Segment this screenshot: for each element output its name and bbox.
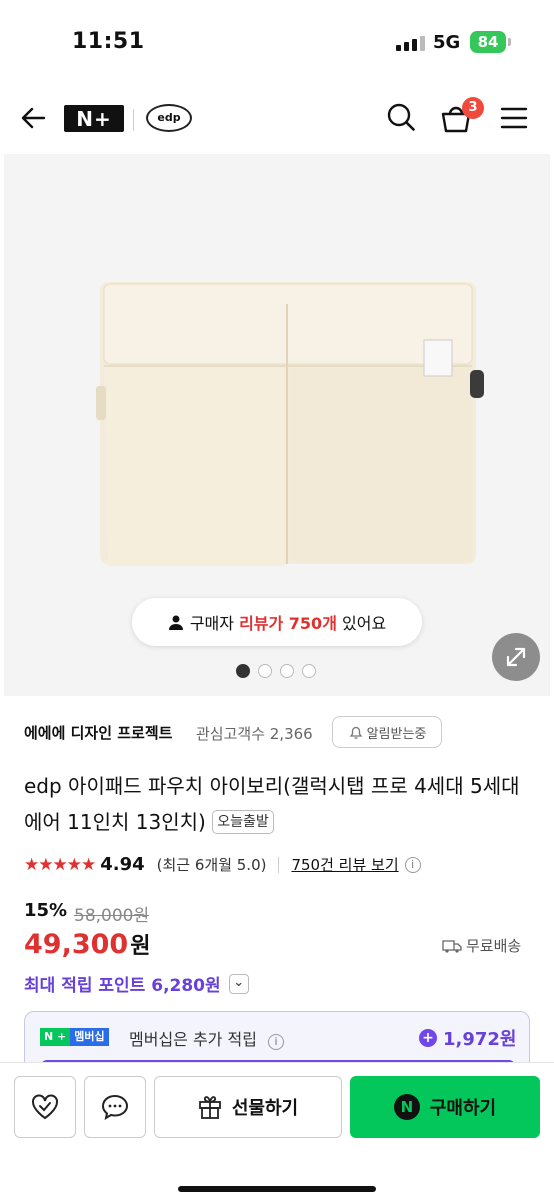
today-ship-tag: 오늘출발 — [212, 810, 274, 834]
store-name[interactable]: 에에에 디자인 프로젝트 — [24, 722, 172, 743]
shipping-label: 무료배송 — [466, 937, 522, 955]
follower-count: 관심고객수 2,366 — [196, 725, 313, 743]
membership-badge-b: 멤버십 — [70, 1028, 109, 1046]
sale-price: 49,300원 — [24, 928, 150, 960]
battery-icon: 84 — [470, 31, 506, 53]
rating-score: 4.94 — [100, 854, 145, 875]
menu-icon[interactable] — [500, 106, 528, 134]
membership-info-icon[interactable]: i — [268, 1034, 285, 1050]
search-icon[interactable] — [386, 102, 416, 136]
price-unit: 원 — [130, 934, 151, 959]
chevron-down-icon[interactable]: ⌄ — [228, 973, 249, 994]
carousel-dot[interactable] — [236, 664, 250, 678]
gift-icon — [198, 1096, 221, 1119]
sale-price-value: 49,300 — [24, 929, 129, 960]
carousel-dot[interactable] — [258, 664, 272, 678]
alarm-button[interactable]: 알림받는중 — [332, 716, 442, 748]
membership-value: +1,972원 — [419, 1025, 517, 1051]
cart-count-badge: 3 — [462, 97, 484, 119]
gift-button[interactable]: 선물하기 — [154, 1076, 342, 1138]
truck-icon — [442, 939, 462, 953]
info-icon[interactable]: i — [404, 856, 421, 873]
header-divider — [133, 109, 134, 131]
review-pill-prefix: 구매자 — [189, 614, 240, 633]
expand-icon — [506, 647, 526, 667]
battery-level: 84 — [477, 33, 499, 51]
review-count-pill[interactable]: 구매자 리뷰가 750개 있어요 — [132, 598, 422, 646]
home-indicator — [178, 1186, 376, 1192]
membership-text: 멤버십은 추가 적립 i — [129, 1026, 285, 1050]
membership-badge: N + 멤버십 — [40, 1028, 109, 1046]
recent-rating: (최근 6개월 5.0) — [156, 856, 267, 874]
gift-label: 선물하기 — [231, 1098, 299, 1119]
buy-button[interactable]: N 구매하기 — [350, 1076, 540, 1138]
alarm-label: 알림받는중 — [366, 726, 427, 742]
star-rating-icon: ★★★★★ — [24, 854, 96, 875]
logo-text: N+ — [76, 106, 112, 131]
carousel-dots[interactable] — [236, 664, 316, 678]
status-bar: 11:51 5G 84 — [0, 0, 554, 86]
brand-logo[interactable]: edp — [146, 104, 192, 132]
signal-icon — [396, 36, 425, 51]
original-price: 58,000원 — [74, 906, 150, 926]
brand-logo-text: edp — [157, 111, 181, 124]
buy-label: 구매하기 — [429, 1098, 497, 1119]
discount-rate: 15% — [24, 900, 68, 921]
expand-image-button[interactable] — [492, 633, 540, 681]
membership-value-text: 1,972원 — [443, 1029, 517, 1050]
carousel-dot[interactable] — [302, 664, 316, 678]
review-pill-suffix: 있어요 — [336, 614, 387, 633]
naver-plus-logo[interactable]: N+ — [64, 105, 124, 132]
rating-row: ★★★★★ 4.94 (최근 6개월 5.0) 750건 리뷰 보기 i — [24, 854, 421, 875]
wishlist-button[interactable] — [14, 1076, 76, 1138]
chat-button[interactable] — [84, 1076, 146, 1138]
network-label: 5G — [433, 32, 461, 53]
plus-icon: + — [419, 1029, 437, 1047]
battery-tip — [508, 38, 511, 46]
membership-badge-a: N + — [40, 1028, 71, 1046]
bell-icon — [349, 726, 362, 739]
product-title: edp 아이패드 파우치 아이보리(갤럭시탭 프로 4세대 5세대 에어 11인… — [24, 768, 534, 840]
carousel-dot[interactable] — [280, 664, 294, 678]
status-time: 11:51 — [72, 29, 145, 54]
max-points-label: 최대 적립 포인트 6,280원 — [24, 976, 221, 996]
rating-divider — [278, 856, 280, 873]
chat-bubble-icon — [101, 1094, 129, 1121]
shipping-info: 무료배송 — [442, 935, 521, 956]
membership-text-label: 멤버십은 추가 적립 — [129, 1030, 257, 1049]
heart-check-icon — [32, 1094, 58, 1120]
max-points[interactable]: 최대 적립 포인트 6,280원 ⌄ — [24, 971, 249, 996]
naver-n-icon: N — [393, 1094, 420, 1120]
back-arrow-icon[interactable] — [20, 104, 48, 136]
person-icon — [168, 615, 183, 630]
review-pill-highlight: 리뷰가 750개 — [239, 614, 337, 633]
reviews-link[interactable]: 750건 리뷰 보기 — [291, 854, 398, 875]
